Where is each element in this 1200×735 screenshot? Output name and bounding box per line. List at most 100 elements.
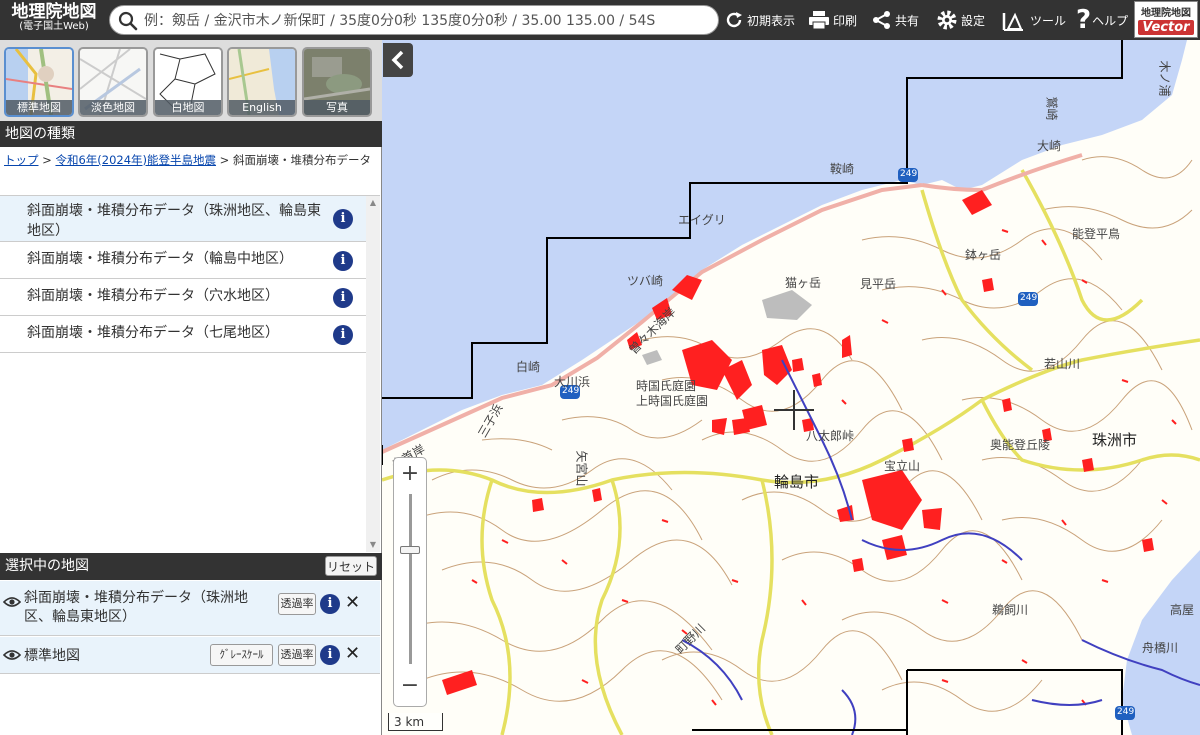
zoom-out-button[interactable]: − [394,670,426,702]
basemap-selector: 標準地図 淡色地図 白地図 English 写真 [0,40,382,122]
river-label: 舟橋川 [1142,641,1179,655]
breadcrumb-event-link[interactable]: 令和6年(2024年)能登半島地震 [55,153,216,167]
scale-bar: 3 km [388,713,443,731]
selected-layer-label: 斜面崩壊・堆積分布データ（珠洲地区、輪島東地区） [24,590,248,625]
list-item[interactable]: 斜面崩壊・堆積分布データ（珠洲地区、輪島東地区） i [0,196,366,242]
search-box [109,5,719,35]
info-icon[interactable]: i [320,645,340,665]
search-input[interactable] [142,9,716,33]
zoom-slider-handle[interactable] [400,546,420,554]
settings-button[interactable]: 設定 [936,0,985,40]
map-type-label: 斜面崩壊・堆積分布データ（珠洲地区、輪島東地区） [27,203,321,239]
tools-label: ツール [1030,13,1067,28]
place-label: ツバ崎 [627,274,664,288]
info-icon[interactable]: i [333,325,353,345]
basemap-standard[interactable]: 標準地図 [4,47,74,117]
breadcrumb-separator: > [42,153,52,167]
list-item[interactable]: 斜面崩壊・堆積分布データ（七尾地区） i [0,316,366,353]
logo-title: 地理院地図 [11,2,97,22]
info-icon[interactable]: i [333,251,353,271]
settings-label: 設定 [961,13,986,28]
help-icon: ? [1076,5,1092,35]
basemap-photo-label: 写真 [304,100,370,115]
list-item[interactable]: 斜面崩壊・堆積分布データ（穴水地区） i [0,279,366,316]
tools-icon [1002,12,1023,31]
peak-label: 猫ヶ岳 [785,276,822,290]
breadcrumb: トップ > 令和6年(2024年)能登半島地震 > 斜面崩壊・堆積分布データ [0,148,380,196]
breadcrumb-current: 斜面崩壊・堆積分布データ [232,153,371,167]
place-label: 白崎 [516,360,541,374]
map-view[interactable]: 249 249 249 249 輪島市 珠洲市 エイグリ ツバ崎 曽々木海岸 白… [382,40,1200,735]
route-number: 249 [900,169,918,179]
map-type-label: 斜面崩壊・堆積分布データ（穴水地区） [27,288,279,304]
basemap-blank[interactable]: 白地図 [153,47,223,117]
eye-icon[interactable] [3,649,21,661]
selected-layer-item: 標準地図 ｸﾞﾚｰｽｹｰﾙ 透過率 i ✕ [0,637,380,674]
basemap-english-label: English [229,100,295,115]
place-label: エイグリ [678,213,726,227]
logo-subtitle: (電子国土Web) [19,21,89,32]
scroll-up-arrow-icon[interactable]: ▲ [366,196,380,210]
place-label: 高屋 [1170,603,1195,617]
city-label-suzu: 珠洲市 [1092,431,1138,449]
vector-badge-title: 地理院地図 [1141,8,1191,19]
basemap-pale-label: 淡色地図 [80,100,146,115]
help-button[interactable]: ? ヘルプ [1076,0,1128,40]
breadcrumb-top-link[interactable]: トップ [4,153,39,167]
route-number: 249 [1020,293,1038,303]
peak-label: 見平岳 [860,277,897,291]
map-types-heading: 地図の種類 [0,121,382,147]
list-scrollbar[interactable]: ▲ ▼ [366,196,380,552]
grayscale-button[interactable]: ｸﾞﾚｰｽｹｰﾙ [210,644,273,666]
peak-label: 鉢ヶ岳 [965,248,1002,262]
tools-button[interactable]: ツール [1001,0,1066,40]
collapse-panel-button[interactable] [383,43,413,77]
place-label: 上時国氏庭園 [636,394,709,408]
reset-view-label: 初期表示 [747,13,796,28]
info-icon[interactable]: i [333,209,353,229]
map-type-label: 斜面崩壊・堆積分布データ（輪島中地区） [27,251,293,267]
zoom-slider-track[interactable] [409,494,412,664]
header-bar: 地理院地図 (電子国土Web) 初期表示 印刷 共有 設定 ツール ? ヘルプ … [0,0,1200,40]
basemap-standard-label: 標準地図 [6,100,72,115]
place-label: 大崎 [1037,139,1062,153]
reset-button[interactable]: リセット [325,556,377,576]
place-label: 大川浜 [554,375,591,389]
remove-layer-close-icon[interactable]: ✕ [345,643,360,664]
reset-view-button[interactable]: 初期表示 [724,0,795,40]
opacity-button[interactable]: 透過率 [278,593,316,615]
place-label: 八太郎峠 [806,429,855,443]
breadcrumb-separator: > [219,153,230,167]
print-label: 印刷 [833,13,858,28]
eye-icon[interactable] [3,596,21,608]
list-item[interactable]: 斜面崩壊・堆積分布データ（輪島中地区） i [0,242,366,279]
map-type-label: 斜面崩壊・堆積分布データ（七尾地区） [27,325,279,341]
chevron-left-icon [391,50,404,70]
help-label: ヘルプ [1092,13,1129,28]
opacity-button[interactable]: 透過率 [278,644,316,666]
route-number: 249 [1117,707,1135,717]
zoom-in-button[interactable]: + [394,458,426,490]
basemap-english[interactable]: English [227,47,297,117]
refresh-icon [726,12,742,28]
basemap-photo[interactable]: 写真 [302,47,372,117]
vector-badge-label: Vector [1138,20,1194,35]
vector-badge[interactable]: 地理院地図 Vector [1134,1,1198,38]
remove-layer-close-icon[interactable]: ✕ [345,592,360,613]
river-label: 鵜飼川 [992,603,1029,617]
info-icon[interactable]: i [333,288,353,308]
basemap-pale[interactable]: 淡色地図 [78,47,148,117]
peak-label: 矢宮山 [574,450,589,487]
share-button[interactable]: 共有 [872,0,919,40]
scroll-down-arrow-icon[interactable]: ▼ [366,538,380,552]
left-panel: 標準地図 淡色地図 白地図 English 写真 地図の種類 トップ > 令和6… [0,40,382,735]
site-logo[interactable]: 地理院地図 (電子国土Web) [2,2,106,38]
search-icon[interactable] [118,11,138,31]
map-canvas[interactable] [382,40,1200,735]
place-label: 鷲崎 [1044,96,1059,121]
river-label: 若山川 [1044,357,1081,371]
info-icon[interactable]: i [320,594,340,614]
selected-layer-label: 標準地図 [24,648,80,664]
print-button[interactable]: 印刷 [808,0,857,40]
peak-label: 宝立山 [884,459,921,473]
